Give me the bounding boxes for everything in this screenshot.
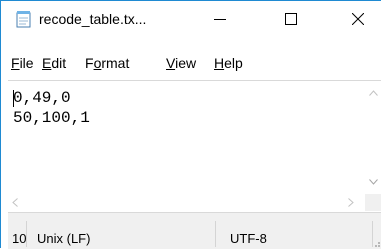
- menu-format-prefix: F: [85, 55, 94, 71]
- maximize-button[interactable]: [268, 1, 314, 37]
- text-caret: [13, 90, 14, 107]
- notepad-icon: [16, 11, 31, 28]
- window-title: recode_table.tx...: [39, 11, 147, 27]
- minimize-button[interactable]: [197, 1, 243, 37]
- editor-line: 0,49,0: [13, 89, 71, 107]
- menu-file-label: ile: [19, 55, 34, 71]
- menu-view[interactable]: View: [166, 55, 196, 71]
- menu-help[interactable]: Help: [214, 55, 243, 71]
- vertical-scrollbar[interactable]: [365, 81, 381, 193]
- menu-help-label: elp: [224, 55, 243, 71]
- menu-edit-mnemonic: E: [42, 55, 52, 71]
- horizontal-scrollbar[interactable]: [8, 194, 365, 211]
- resize-grip-icon[interactable]: [371, 238, 381, 248]
- status-encoding: UTF-8: [230, 231, 267, 246]
- notepad-window: recode_table.tx... File Edit Format View…: [0, 0, 381, 249]
- status-separator: [215, 221, 216, 247]
- menu-edit-label: dit: [51, 55, 67, 71]
- menu-view-mnemonic: V: [166, 55, 176, 71]
- menu-edit[interactable]: Edit: [42, 55, 66, 71]
- menu-bar: File Edit Format View Help: [1, 53, 381, 75]
- title-bar[interactable]: recode_table.tx...: [1, 1, 381, 37]
- scroll-corner: [365, 194, 381, 211]
- editor-text[interactable]: 0,49,0 50,100,1: [13, 88, 90, 128]
- menu-format[interactable]: Format: [85, 55, 129, 71]
- menu-help-mnemonic: H: [214, 55, 225, 71]
- close-button[interactable]: [335, 1, 381, 37]
- menu-file[interactable]: File: [11, 55, 34, 71]
- status-line-ending: Unix (LF): [37, 231, 91, 246]
- scroll-left-icon[interactable]: [12, 198, 18, 207]
- menu-file-mnemonic: F: [11, 55, 20, 71]
- status-cursor-position: 10: [12, 231, 27, 246]
- scroll-right-icon[interactable]: [348, 198, 354, 207]
- menu-format-label: rmat: [101, 55, 130, 71]
- scroll-down-icon[interactable]: [369, 179, 378, 185]
- scroll-up-icon[interactable]: [369, 90, 378, 96]
- editor-line: 50,100,1: [13, 109, 90, 127]
- maximize-icon: [285, 13, 297, 25]
- close-icon: [352, 13, 364, 25]
- minimize-icon: [214, 19, 226, 20]
- menu-view-label: iew: [175, 55, 197, 71]
